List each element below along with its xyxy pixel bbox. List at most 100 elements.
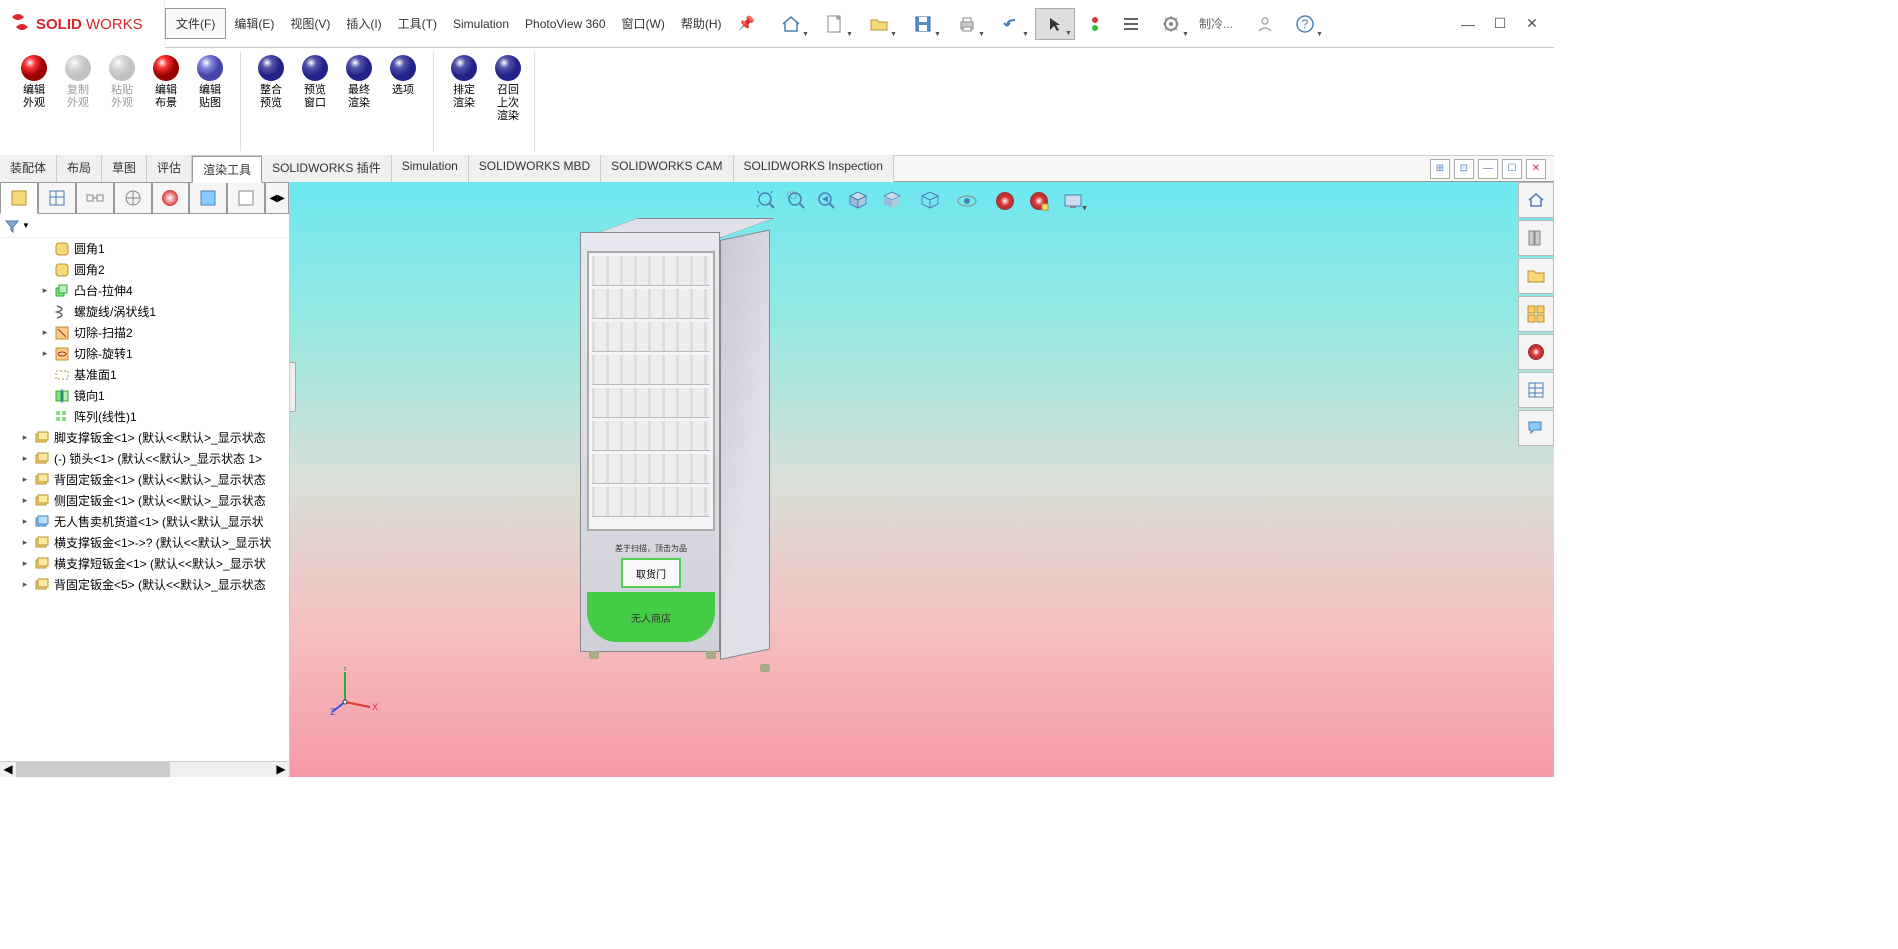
menu-view[interactable]: 视图(V): [282, 11, 338, 36]
menu-help[interactable]: 帮助(H): [673, 11, 730, 36]
expand-icon[interactable]: ▸: [20, 432, 30, 443]
minimize-button[interactable]: —: [1456, 12, 1480, 36]
tree-item[interactable]: ▸凸台-拉伸4: [0, 280, 289, 301]
expand-icon[interactable]: ▸: [40, 327, 50, 338]
tab-装配体[interactable]: 装配体: [0, 155, 57, 182]
filter-dropdown-icon[interactable]: ▼: [22, 221, 30, 230]
doc-maximize-button[interactable]: ☐: [1502, 159, 1522, 179]
hide-show-button[interactable]: ▼: [950, 188, 984, 214]
tab-评估[interactable]: 评估: [147, 155, 192, 182]
display-tab-3[interactable]: [227, 182, 265, 214]
panel-splitter[interactable]: [290, 362, 296, 412]
menu-insert[interactable]: 插入(I): [338, 11, 389, 36]
tree-item[interactable]: ▸切除-扫描2: [0, 322, 289, 343]
expand-icon[interactable]: ▸: [20, 579, 30, 590]
file-explorer-tab[interactable]: [1518, 258, 1554, 294]
tree-item[interactable]: ▸横支撑钣金<1>->? (默认<<默认>_显示状: [0, 532, 289, 553]
ribbon-integrated-preview[interactable]: 整合 预览: [253, 52, 289, 151]
select-button[interactable]: ▼: [1035, 8, 1075, 40]
tab-solidworks-cam[interactable]: SOLIDWORKS CAM: [601, 155, 733, 182]
list-button[interactable]: [1115, 8, 1147, 40]
feature-tree[interactable]: 圆角1圆角2▸凸台-拉伸4螺旋线/涡状线1▸切除-扫描2▸切除-旋转1基准面1镜…: [0, 238, 289, 761]
tab-simulation[interactable]: Simulation: [392, 155, 469, 182]
appearances-tab[interactable]: [1518, 334, 1554, 370]
expand-icon[interactable]: ▸: [40, 348, 50, 359]
menu-edit[interactable]: 编辑(E): [226, 11, 282, 36]
menu-simulation[interactable]: Simulation: [445, 13, 517, 35]
tree-item[interactable]: 基准面1: [0, 364, 289, 385]
view-settings-button[interactable]: ▼: [1056, 188, 1090, 214]
ribbon-final-render[interactable]: 最终 渲染: [341, 52, 377, 151]
tree-item[interactable]: 圆角1: [0, 238, 289, 259]
tab-solidworks-mbd[interactable]: SOLIDWORKS MBD: [469, 155, 601, 182]
close-button[interactable]: ✕: [1520, 12, 1544, 36]
rebuild-button[interactable]: [1079, 8, 1111, 40]
doc-close-button[interactable]: ✕: [1526, 159, 1546, 179]
vending-machine-model[interactable]: 差于扫描，顶击为品 取货门 无人商店: [580, 232, 780, 712]
view-orientation-button[interactable]: ▼: [874, 188, 908, 214]
zoom-fit-button[interactable]: [754, 188, 780, 214]
doc-tile-button[interactable]: ⊞: [1430, 159, 1450, 179]
doc-minimize-button[interactable]: —: [1478, 159, 1498, 179]
ribbon-appearance[interactable]: 编辑 外观: [16, 52, 52, 151]
expand-icon[interactable]: ▸: [20, 474, 30, 485]
tab-solidworks-插件[interactable]: SOLIDWORKS 插件: [262, 155, 392, 182]
view-palette-tab[interactable]: [1518, 296, 1554, 332]
open-button[interactable]: ▼: [859, 8, 899, 40]
tree-item[interactable]: ▸横支撑短钣金<1> (默认<<默认>_显示状: [0, 553, 289, 574]
tree-item[interactable]: ▸切除-旋转1: [0, 343, 289, 364]
expand-icon[interactable]: ▸: [40, 285, 50, 296]
config-tab[interactable]: [76, 182, 114, 214]
ribbon-decal[interactable]: 编辑 贴图: [192, 52, 228, 151]
graphics-viewport[interactable]: ▼ ▼ ▼ ▼ ▼ 差于扫描，顶击为品 取货门 无人商店: [290, 182, 1554, 777]
section-view-button[interactable]: [844, 188, 870, 214]
tab-渲染工具[interactable]: 渲染工具: [192, 156, 262, 183]
tree-item[interactable]: 镜向1: [0, 385, 289, 406]
tree-item[interactable]: ▸(-) 锁头<1> (默认<<默认>_显示状态 1>: [0, 448, 289, 469]
edit-appearance-button[interactable]: ▼: [988, 188, 1022, 214]
expand-icon[interactable]: ▸: [20, 516, 30, 527]
tree-item[interactable]: ▸背固定钣金<5> (默认<<默认>_显示状态: [0, 574, 289, 595]
help-button[interactable]: ?▼: [1285, 8, 1325, 40]
save-button[interactable]: ▼: [903, 8, 943, 40]
menu-tools[interactable]: 工具(T): [390, 11, 445, 36]
menu-photoview[interactable]: PhotoView 360: [517, 13, 614, 35]
more-tabs-button[interactable]: ◀▶: [265, 182, 289, 214]
display-tab[interactable]: [152, 182, 190, 214]
print-button[interactable]: ▼: [947, 8, 987, 40]
tree-item[interactable]: ▸无人售卖机货道<1> (默认<默认_显示状: [0, 511, 289, 532]
ribbon-scene[interactable]: 编辑 布景: [148, 52, 184, 151]
custom-props-tab[interactable]: [1518, 372, 1554, 408]
tree-item[interactable]: ▸背固定钣金<1> (默认<<默认>_显示状态: [0, 469, 289, 490]
previous-view-button[interactable]: [814, 188, 840, 214]
home-button[interactable]: ▼: [771, 8, 811, 40]
zoom-area-button[interactable]: [784, 188, 810, 214]
undo-button[interactable]: ▼: [991, 8, 1031, 40]
feature-tree-tab[interactable]: [0, 182, 38, 214]
tree-item[interactable]: 圆角2: [0, 259, 289, 280]
expand-icon[interactable]: ▸: [20, 495, 30, 506]
display-style-button[interactable]: ▼: [912, 188, 946, 214]
ribbon-preview-window[interactable]: 预览 窗口: [297, 52, 333, 151]
horizontal-scrollbar[interactable]: ◀ ▶: [0, 761, 289, 777]
solidworks-resources-tab[interactable]: [1518, 182, 1554, 218]
menu-file[interactable]: 文件(F): [165, 8, 226, 39]
user-button[interactable]: [1249, 8, 1281, 40]
expand-icon[interactable]: ▸: [20, 558, 30, 569]
menu-window[interactable]: 窗口(W): [614, 11, 673, 36]
options-button[interactable]: ▼: [1151, 8, 1191, 40]
tab-solidworks-inspection[interactable]: SOLIDWORKS Inspection: [734, 155, 894, 182]
expand-icon[interactable]: ▸: [20, 537, 30, 548]
ribbon-options[interactable]: 选项: [385, 52, 421, 151]
tree-item[interactable]: 阵列(线性)1: [0, 406, 289, 427]
design-library-tab[interactable]: [1518, 220, 1554, 256]
doc-cascade-button[interactable]: ⊡: [1454, 159, 1474, 179]
tree-item[interactable]: ▸侧固定钣金<1> (默认<<默认>_显示状态: [0, 490, 289, 511]
display-tab-2[interactable]: [189, 182, 227, 214]
dimxpert-tab[interactable]: [114, 182, 152, 214]
expand-icon[interactable]: ▸: [20, 453, 30, 464]
forum-tab[interactable]: [1518, 410, 1554, 446]
pin-icon[interactable]: 📌: [738, 15, 755, 32]
tab-草图[interactable]: 草图: [102, 155, 147, 182]
tree-item[interactable]: ▸脚支撑钣金<1> (默认<<默认>_显示状态: [0, 427, 289, 448]
